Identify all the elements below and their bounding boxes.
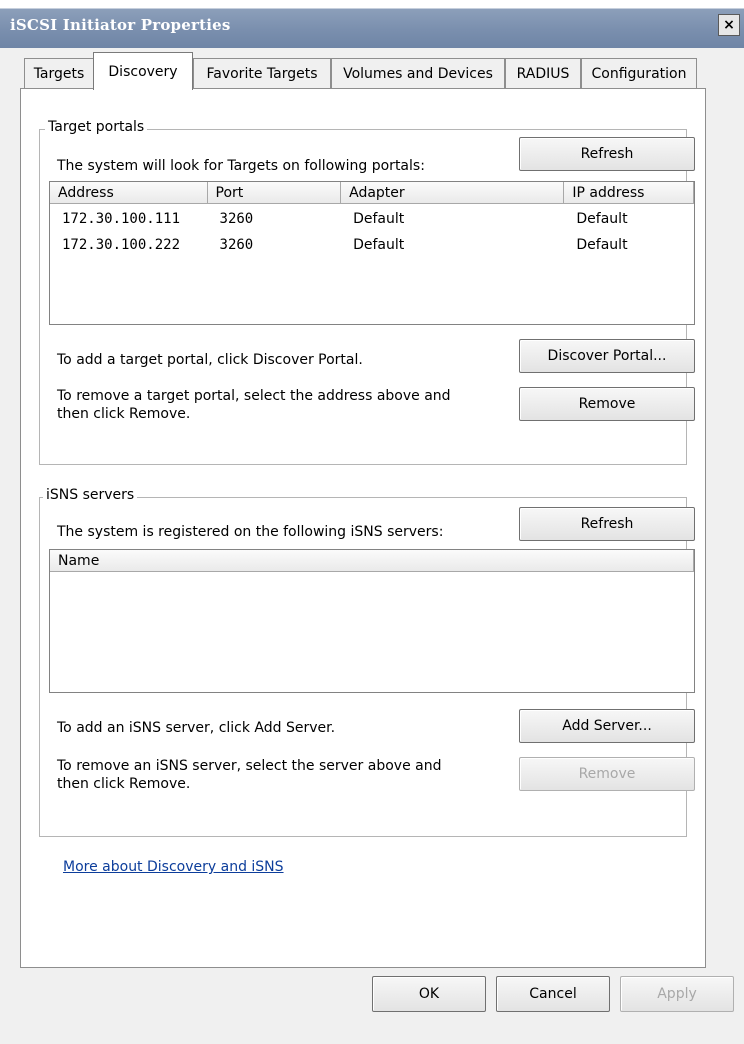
discovery-tab-panel: Target portals The system will look for … (20, 88, 706, 968)
target-portals-description: The system will look for Targets on foll… (57, 158, 425, 174)
tab-radius[interactable]: RADIUS (505, 58, 581, 88)
isns-servers-title: iSNS servers (43, 487, 138, 503)
table-row[interactable]: 172.30.100.111 3260 Default Default (50, 206, 694, 232)
portals-refresh-button[interactable]: Refresh (519, 137, 695, 171)
tab-volumes-and-devices[interactable]: Volumes and Devices (331, 58, 505, 88)
isns-refresh-button[interactable]: Refresh (519, 507, 695, 541)
add-isns-hint: To add an iSNS server, click Add Server. (57, 720, 336, 736)
target-portals-title: Target portals (45, 119, 148, 135)
tab-discovery[interactable]: Discovery (93, 52, 193, 90)
isns-servers-list[interactable]: Name (49, 549, 695, 693)
close-icon: × (723, 17, 735, 33)
remove-portal-hint-line2: then click Remove. (57, 406, 191, 422)
ok-button[interactable]: OK (372, 976, 486, 1012)
window-title: iSCSI Initiator Properties (10, 16, 231, 34)
cell-port: 3260 (219, 211, 254, 227)
tab-targets[interactable]: Targets (24, 58, 94, 88)
column-header-port[interactable]: Port (207, 182, 342, 204)
remove-portal-hint-line1: To remove a target portal, select the ad… (57, 388, 451, 404)
tab-configuration[interactable]: Configuration (581, 58, 697, 88)
column-header-adapter[interactable]: Adapter (341, 182, 565, 204)
tab-favorite-targets[interactable]: Favorite Targets (193, 58, 331, 88)
table-row[interactable]: 172.30.100.222 3260 Default Default (50, 232, 694, 258)
add-portal-hint: To add a target portal, click Discover P… (57, 352, 363, 368)
remove-isns-hint-line1: To remove an iSNS server, select the ser… (57, 758, 442, 774)
remove-isns-button[interactable]: Remove (519, 757, 695, 791)
apply-button[interactable]: Apply (620, 976, 734, 1012)
remove-isns-hint-line2: then click Remove. (57, 776, 191, 792)
add-server-button[interactable]: Add Server... (519, 709, 695, 743)
cell-port: 3260 (219, 237, 254, 253)
column-header-name[interactable]: Name (50, 550, 694, 572)
cell-address: 172.30.100.111 (62, 211, 181, 227)
cell-ip-address: Default (576, 237, 628, 253)
title-bar: iSCSI Initiator Properties × (0, 0, 744, 48)
more-about-discovery-link[interactable]: More about Discovery and iSNS (63, 859, 284, 875)
target-portals-list[interactable]: Address Port Adapter IP address 172.30.1… (49, 181, 695, 325)
column-header-address[interactable]: Address (50, 182, 208, 204)
cancel-button[interactable]: Cancel (496, 976, 610, 1012)
cell-adapter: Default (353, 237, 405, 253)
isns-servers-description: The system is registered on the followin… (57, 524, 444, 540)
remove-portal-button[interactable]: Remove (519, 387, 695, 421)
close-button[interactable]: × (718, 14, 740, 36)
cell-address: 172.30.100.222 (62, 237, 181, 253)
column-header-ip-address[interactable]: IP address (564, 182, 694, 204)
cell-ip-address: Default (576, 211, 628, 227)
list-header: Name (50, 550, 694, 572)
list-header: Address Port Adapter IP address (50, 182, 694, 204)
cell-adapter: Default (353, 211, 405, 227)
discover-portal-button[interactable]: Discover Portal... (519, 339, 695, 373)
